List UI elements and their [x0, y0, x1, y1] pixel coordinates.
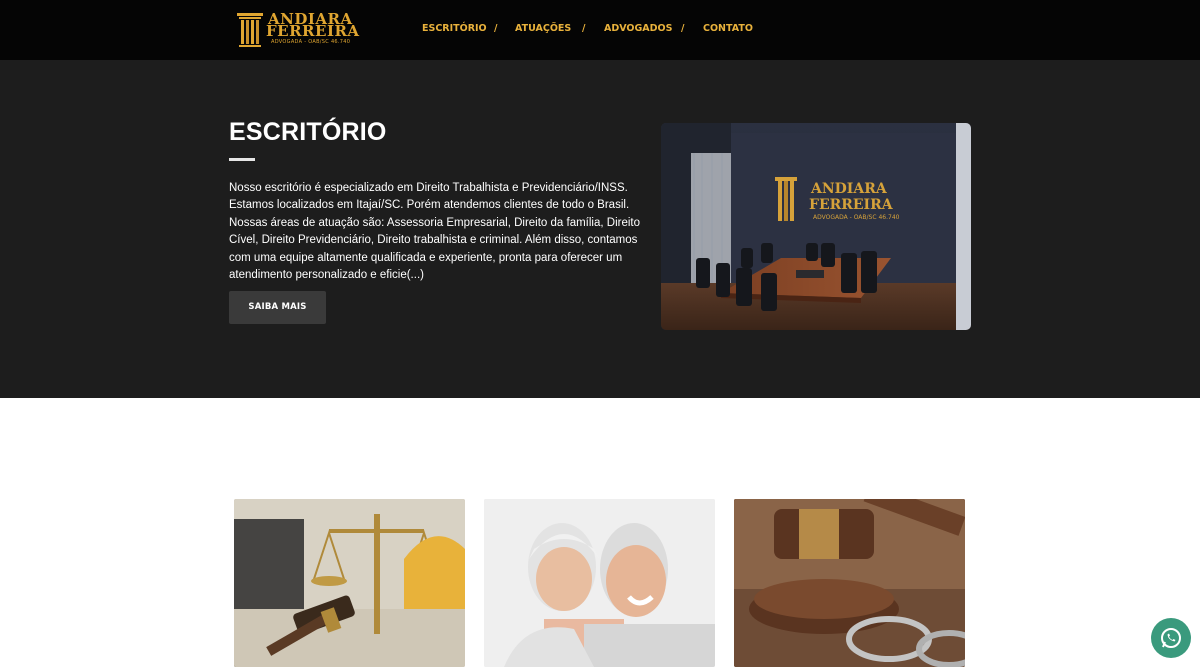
whatsapp-icon [1161, 628, 1181, 648]
gavel-handcuffs-image [734, 499, 965, 667]
office-illustration: ANDIARA FERREIRA ADVOGADA - OAB/SC 46.74… [661, 123, 971, 330]
logo-subtitle: ADVOGADA - OAB/SC 46.740 [271, 39, 351, 45]
card-image-scales[interactable] [234, 499, 465, 667]
column-logo-icon [237, 13, 263, 47]
scales-gavel-image [234, 499, 465, 667]
hero-title: ESCRITÓRIO [229, 118, 387, 146]
office-sign-line1: ANDIARA [810, 181, 888, 197]
hero-section: ESCRITÓRIO Nosso escritório é especializ… [0, 60, 1200, 398]
site-header: ANDIARA FERREIRA ADVOGADA - OAB/SC 46.74… [0, 0, 1200, 60]
hero-text-line: com uma equipe altamente qualificada e e… [229, 251, 623, 264]
hero-text-line: Estamos localizados em Itajaí/SC. Porém … [229, 199, 630, 212]
card-image-gavel[interactable] [734, 499, 965, 667]
nav-separator: / [681, 23, 685, 34]
office-sign-subtitle: ADVOGADA - OAB/SC 46.740 [813, 214, 900, 221]
elderly-couple-image [484, 499, 715, 667]
logo[interactable]: ANDIARA FERREIRA ADVOGADA - OAB/SC 46.74… [236, 10, 359, 52]
nav-item-advogados[interactable]: ADVOGADOS [604, 23, 672, 34]
nav-item-atuacoes[interactable]: ATUAÇÕES [515, 23, 571, 34]
hero-text-line: Nossas áreas de atuação são: Assessoria … [229, 216, 640, 229]
logo-name-line2: FERREIRA [266, 22, 360, 40]
saiba-mais-button[interactable]: SAIBA MAIS [229, 291, 326, 324]
office-sign-line2: FERREIRA [809, 197, 894, 213]
office-image: ANDIARA FERREIRA ADVOGADA - OAB/SC 46.74… [661, 123, 971, 330]
hero-text-line: Cível, Direito Previdenciário, Direito t… [229, 234, 638, 247]
card-image-couple[interactable] [484, 499, 715, 667]
nav-separator: / [494, 23, 498, 34]
nav-item-contato[interactable]: CONTATO [703, 23, 753, 34]
nav-item-escritorio[interactable]: ESCRITÓRIO [422, 23, 487, 34]
hero-text-line: atendimento personalizado e eficie(...) [229, 269, 424, 282]
hero-text-line: Nosso escritório é especializado em Dire… [229, 182, 628, 194]
hero-description: Nosso escritório é especializado em Dire… [229, 180, 640, 284]
title-divider [229, 158, 255, 161]
whatsapp-button[interactable] [1151, 618, 1191, 658]
nav-separator: / [582, 23, 586, 34]
